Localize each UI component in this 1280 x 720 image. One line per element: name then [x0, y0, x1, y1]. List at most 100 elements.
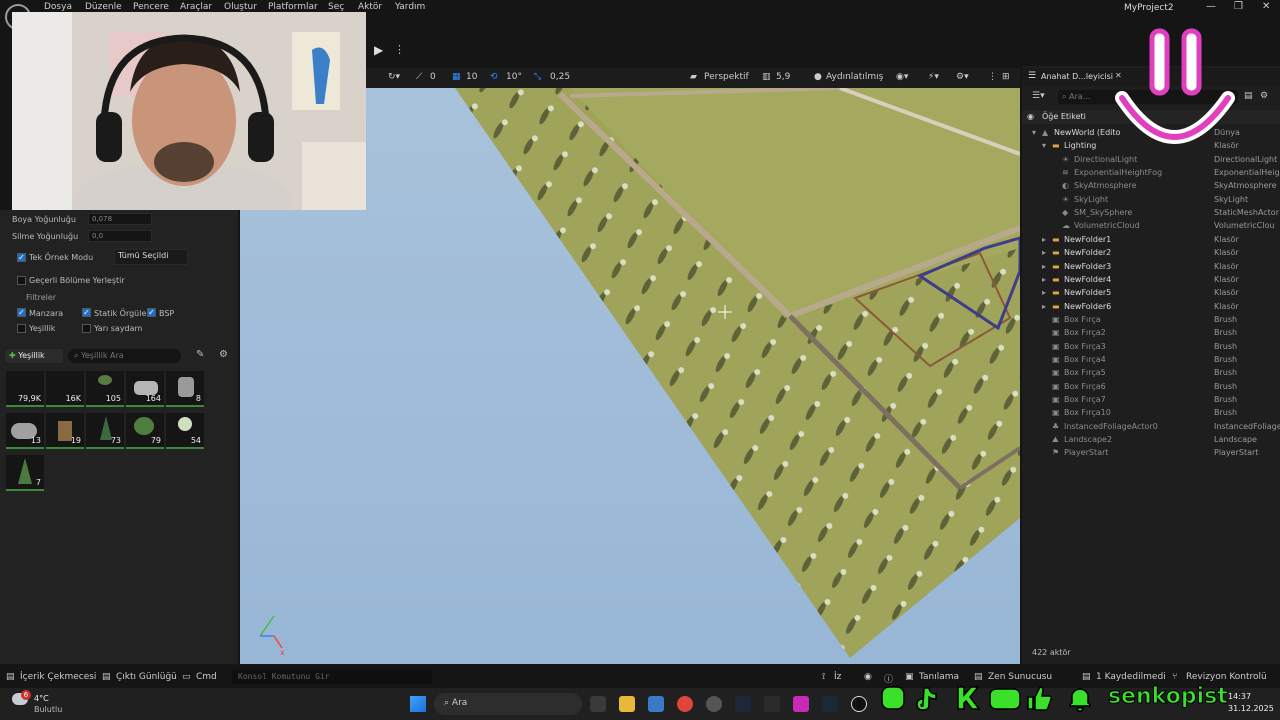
outliner-actor-row[interactable]: ▣ Box Fırça Brush [1022, 313, 1280, 326]
zen-server-button[interactable]: Zen Sunucusu [988, 672, 1052, 682]
rotate-snap-icon[interactable]: ⟲ [490, 72, 498, 82]
outliner-tab[interactable]: Anahat D...leyicisi [1041, 72, 1113, 81]
cmd-dropdown[interactable]: Cmd [196, 672, 217, 682]
scalability-icon[interactable]: ⚡▾ [928, 72, 939, 82]
content-drawer-button[interactable]: İçerik Çekmecesi [20, 672, 96, 682]
layout-icon[interactable]: ⊞ [1002, 72, 1010, 82]
github-icon[interactable] [706, 696, 722, 712]
surface-snap-icon[interactable]: ⟋ [416, 72, 422, 82]
grid-snap-value[interactable]: 10 [466, 72, 477, 82]
place-in-level-checkbox[interactable] [17, 276, 26, 285]
outliner-actor-row[interactable]: ▣ Box Fırça2 Brush [1022, 326, 1280, 339]
epic-games-icon[interactable] [764, 696, 780, 712]
paint-density-field[interactable]: 0,078 [88, 213, 152, 225]
outliner-folder-row[interactable]: ▸ ▬ NewFolder4 Klasör [1022, 273, 1280, 286]
foliage-thumb[interactable]: 79,9K [6, 371, 44, 407]
viewport-options-icon[interactable]: ⋮ [988, 72, 997, 82]
filter-static-mesh-checkbox[interactable]: ✓ [82, 308, 91, 317]
menu-select[interactable]: Seç [328, 2, 344, 12]
gear-icon[interactable]: ⚙ [219, 349, 228, 360]
outliner-actor-row[interactable]: ▣ Box Fırça10 Brush [1022, 406, 1280, 419]
show-flags-icon[interactable]: ◉▾ [896, 72, 908, 82]
brush-icon[interactable]: ✎ [196, 349, 204, 360]
outliner-actor-row[interactable]: ☁ VolumetricCloud VolumetricClou [1022, 219, 1280, 232]
outliner-folder-row[interactable]: ▸ ▬ NewFolder1 Klasör [1022, 233, 1280, 246]
task-view-icon[interactable] [590, 696, 606, 712]
revision-control-button[interactable]: Revizyon Kontrolü [1186, 672, 1267, 682]
menu-help[interactable]: Yardım [395, 2, 425, 12]
file-explorer-icon[interactable] [619, 696, 635, 712]
taskbar-search[interactable]: ⌕ Ara [434, 693, 582, 715]
foliage-thumb[interactable]: 79 [126, 413, 164, 449]
clock-date[interactable]: 31.12.2025 [1228, 704, 1274, 713]
visibility-icon[interactable]: ◉ [1027, 112, 1034, 121]
console-input[interactable]: Konsol Komutunu Gir [232, 670, 432, 684]
perspective-dropdown[interactable]: Perspektif [704, 72, 749, 82]
chrome-icon[interactable] [677, 696, 693, 712]
add-folder-icon[interactable]: ▤ [1244, 91, 1253, 101]
steam-alt-icon[interactable] [822, 696, 838, 712]
menu-platforms[interactable]: Platformlar [268, 2, 318, 12]
outliner-actor-row[interactable]: ▣ Box Fırça5 Brush [1022, 366, 1280, 379]
outliner-folder-row[interactable]: ▸ ▬ NewFolder3 Klasör [1022, 260, 1280, 273]
outliner-folder-row[interactable]: ▸ ▬ NewFolder5 Klasör [1022, 286, 1280, 299]
foliage-thumb[interactable]: 54 [166, 413, 204, 449]
outliner-actor-row[interactable]: ♣ InstancedFoliageActor0 InstancedFoliage [1022, 420, 1280, 433]
outliner-actor-row[interactable]: ▣ Box Fırça4 Brush [1022, 353, 1280, 366]
play-icon[interactable]: ▶ [374, 43, 383, 57]
steam-icon[interactable] [735, 696, 751, 712]
foliage-thumb[interactable]: 16K [46, 371, 84, 407]
foliage-thumb[interactable]: 7 [6, 455, 44, 491]
expand-arrow-icon[interactable]: ▸ [1042, 288, 1046, 297]
clock-time[interactable]: 14:37 [1228, 692, 1251, 701]
expand-arrow-icon[interactable]: ▸ [1042, 248, 1046, 257]
expand-arrow-icon[interactable]: ▸ [1042, 275, 1046, 284]
filter-bsp-checkbox[interactable]: ✓ [147, 308, 156, 317]
expand-arrow-icon[interactable]: ▾ [1032, 128, 1036, 137]
add-foliage-button[interactable]: ✚ Yeşillik [5, 349, 63, 363]
expand-arrow-icon[interactable]: ▸ [1042, 302, 1046, 311]
scale-snap-icon[interactable]: ⤡ [534, 72, 541, 82]
more-options-icon[interactable]: ⋮ [394, 43, 405, 56]
foliage-thumb[interactable]: 105 [86, 371, 124, 407]
minimize-icon[interactable]: — [1206, 1, 1216, 12]
outliner-folder-row[interactable]: ▸ ▬ NewFolder6 Klasör [1022, 300, 1280, 313]
unsaved-button[interactable]: 1 Kaydedilmedi [1096, 672, 1166, 682]
menu-tools[interactable]: Araçlar [180, 2, 212, 12]
diagnostics-button[interactable]: Tanılama [919, 672, 959, 682]
expand-arrow-icon[interactable]: ▸ [1042, 235, 1046, 244]
windows-start-icon[interactable] [410, 696, 426, 712]
outliner-actor-row[interactable]: ◐ SkyAtmosphere SkyAtmosphere [1022, 179, 1280, 192]
foliage-thumb[interactable]: 19 [46, 413, 84, 449]
camera-speed-value[interactable]: 5,9 [776, 72, 790, 82]
grid-snap-icon[interactable]: ▦ [452, 72, 461, 82]
filter-foliage-checkbox[interactable] [17, 324, 26, 333]
lighting-dropdown[interactable]: Aydınlatılmış [826, 72, 883, 82]
weather-temp[interactable]: 4°C [34, 694, 49, 703]
outliner-actor-row[interactable]: ⛰ Landscape2 Landscape [1022, 433, 1280, 446]
menu-window[interactable]: Pencere [133, 2, 169, 12]
single-instance-dropdown[interactable]: Tümü Seçildi [114, 249, 188, 265]
outliner-actor-row[interactable]: ⚑ PlayerStart PlayerStart [1022, 446, 1280, 459]
menu-edit[interactable]: Düzenle [85, 2, 122, 12]
foliage-thumb[interactable]: 164 [126, 371, 164, 407]
settings-icon[interactable]: ⚙ [1260, 91, 1268, 101]
trace-button[interactable]: İz [834, 672, 841, 682]
app-icon[interactable] [793, 696, 809, 712]
single-instance-checkbox[interactable]: ✓ [17, 253, 26, 262]
filter-landscape-checkbox[interactable]: ✓ [17, 308, 26, 317]
erase-density-field[interactable]: 0,0 [88, 230, 152, 242]
unreal-taskbar-icon[interactable] [851, 696, 867, 712]
foliage-thumb[interactable]: 73 [86, 413, 124, 449]
foliage-thumb[interactable]: 13 [6, 413, 44, 449]
record-icon[interactable]: ◉ [864, 672, 872, 682]
expand-arrow-icon[interactable]: ▸ [1042, 262, 1046, 271]
outliner-actor-row[interactable]: ▣ Box Fırça6 Brush [1022, 380, 1280, 393]
menu-file[interactable]: Dosya [44, 2, 72, 12]
foliage-search-input[interactable]: ⌕ Yeşillik Ara [68, 349, 181, 363]
close-window-icon[interactable]: ✕ [1262, 1, 1270, 12]
menu-build[interactable]: Oluştur [224, 2, 257, 12]
filter-translucent-checkbox[interactable] [82, 324, 91, 333]
outliner-actor-row[interactable]: ◆ SM_SkySphere StaticMeshActor [1022, 206, 1280, 219]
foliage-thumb[interactable]: 8 [166, 371, 204, 407]
